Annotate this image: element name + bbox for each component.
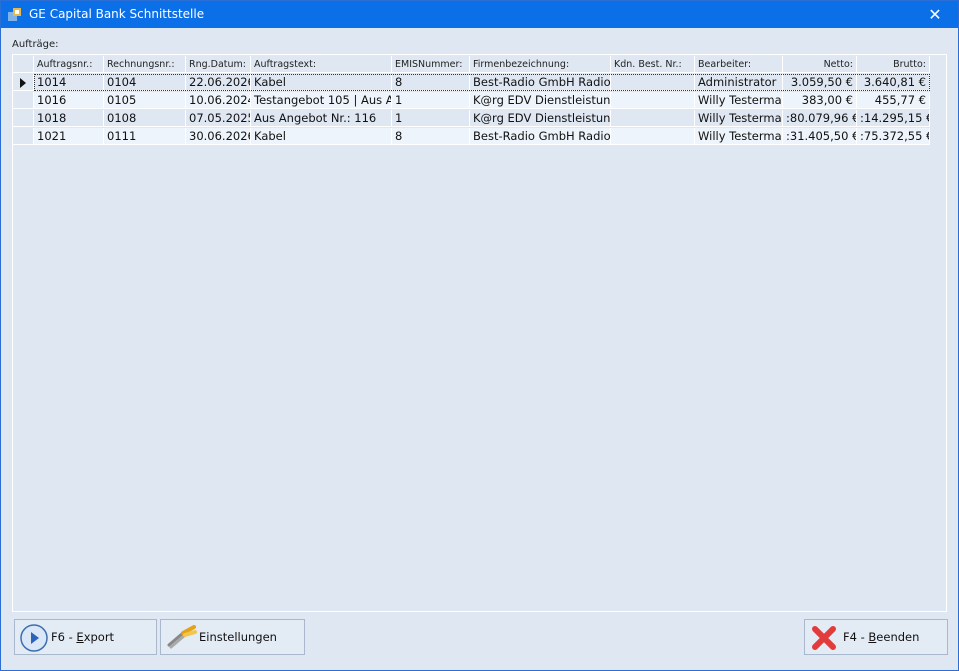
cell-firmenbezeichnung[interactable]: Best-Radio GmbH Radio bbox=[470, 74, 611, 91]
close-icon: ✕ bbox=[928, 5, 942, 24]
settings-button[interactable]: Einstellungen bbox=[160, 619, 305, 655]
cell-rng-datum[interactable]: 10.06.2024 bbox=[186, 92, 251, 109]
cell-auftragstext[interactable]: Kabel bbox=[251, 74, 392, 91]
export-button[interactable]: F6 - Export bbox=[14, 619, 157, 655]
cell-auftragsnr[interactable]: 1021 bbox=[34, 128, 104, 145]
cell-netto[interactable]: :80.079,96 € bbox=[783, 110, 857, 127]
cell-kdn-best-nr[interactable] bbox=[611, 74, 695, 91]
window-title: GE Capital Bank Schnittstelle bbox=[29, 7, 205, 21]
exit-button[interactable]: F4 - Beenden bbox=[804, 619, 948, 655]
col-header-brutto[interactable]: Brutto: bbox=[857, 56, 930, 73]
cell-rechnungsnr[interactable]: 0105 bbox=[104, 92, 186, 109]
col-header-auftragstext[interactable]: Auftragstext: bbox=[251, 56, 392, 73]
cell-rng-datum[interactable]: 30.06.2026 bbox=[186, 128, 251, 145]
cell-emisnummer[interactable]: 1 bbox=[392, 92, 470, 109]
current-row-arrow-icon bbox=[20, 78, 26, 88]
cell-auftragsnr[interactable]: 1016 bbox=[34, 92, 104, 109]
cell-auftragsnr[interactable]: 1018 bbox=[34, 110, 104, 127]
cell-netto[interactable]: 3.059,50 € bbox=[783, 74, 857, 91]
header-corner bbox=[13, 56, 34, 73]
cell-bearbeiter[interactable]: Willy Testerma bbox=[695, 110, 783, 127]
cell-firmenbezeichnung[interactable]: K@rg EDV Dienstleistung bbox=[470, 110, 611, 127]
row-selector[interactable] bbox=[13, 74, 34, 91]
title-bar: GE Capital Bank Schnittstelle ✕ bbox=[1, 1, 958, 28]
close-button[interactable]: ✕ bbox=[912, 1, 958, 28]
exit-label: F4 - Beenden bbox=[843, 630, 920, 644]
cell-rechnungsnr[interactable]: 0111 bbox=[104, 128, 186, 145]
row-selector[interactable] bbox=[13, 92, 34, 109]
orders-label: Aufträge: bbox=[12, 39, 59, 50]
col-header-bearbeiter[interactable]: Bearbeiter: bbox=[695, 56, 783, 73]
col-header-rechnungsnr[interactable]: Rechnungsnr.: bbox=[104, 56, 186, 73]
pliers-icon bbox=[167, 625, 197, 649]
cell-netto[interactable]: :31.405,50 € bbox=[783, 128, 857, 145]
cell-brutto[interactable]: 455,77 € bbox=[857, 92, 930, 109]
main-window: GE Capital Bank Schnittstelle ✕ Aufträge… bbox=[0, 0, 959, 671]
cell-kdn-best-nr[interactable] bbox=[611, 128, 695, 145]
cell-rechnungsnr[interactable]: 0104 bbox=[104, 74, 186, 91]
settings-label: Einstellungen bbox=[199, 630, 277, 644]
cell-emisnummer[interactable]: 8 bbox=[392, 128, 470, 145]
cell-firmenbezeichnung[interactable]: Best-Radio GmbH Radio bbox=[470, 128, 611, 145]
col-header-firmenbezeichnung[interactable]: Firmenbezeichnung: bbox=[470, 56, 611, 73]
cell-bearbeiter[interactable]: Willy Testerma bbox=[695, 92, 783, 109]
cell-auftragstext[interactable]: Testangebot 105 | Aus Ar bbox=[251, 92, 392, 109]
cell-firmenbezeichnung[interactable]: K@rg EDV Dienstleistung bbox=[470, 92, 611, 109]
col-header-auftragsnr[interactable]: Auftragsnr.: bbox=[34, 56, 104, 73]
play-icon bbox=[20, 624, 48, 652]
cell-bearbeiter[interactable]: Willy Testerma bbox=[695, 128, 783, 145]
cell-auftragstext[interactable]: Aus Angebot Nr.: 116 bbox=[251, 110, 392, 127]
row-selector[interactable] bbox=[13, 128, 34, 145]
cell-kdn-best-nr[interactable] bbox=[611, 92, 695, 109]
export-label: F6 - Export bbox=[51, 630, 115, 644]
cell-netto[interactable]: 383,00 € bbox=[783, 92, 857, 109]
cell-auftragsnr[interactable]: 1014 bbox=[34, 74, 104, 91]
cell-rechnungsnr[interactable]: 0108 bbox=[104, 110, 186, 127]
cell-rng-datum[interactable]: 22.06.2026 bbox=[186, 74, 251, 91]
cell-auftragstext[interactable]: Kabel bbox=[251, 128, 392, 145]
cell-brutto[interactable]: :14.295,15 € bbox=[857, 110, 930, 127]
cell-bearbeiter[interactable]: Administrator bbox=[695, 74, 783, 91]
red-x-icon bbox=[812, 626, 836, 650]
cell-brutto[interactable]: 3.640,81 € bbox=[857, 74, 930, 91]
cell-rng-datum[interactable]: 07.05.2025 bbox=[186, 110, 251, 127]
orders-grid[interactable]: Auftragsnr.: Rechnungsnr.: Rng.Datum: Au… bbox=[12, 54, 947, 612]
cell-emisnummer[interactable]: 1 bbox=[392, 110, 470, 127]
row-selector[interactable] bbox=[13, 110, 34, 127]
col-header-rng-datum[interactable]: Rng.Datum: bbox=[186, 56, 251, 73]
cell-brutto[interactable]: :75.372,55 € bbox=[857, 128, 930, 145]
app-icon bbox=[8, 8, 21, 21]
col-header-emisnummer[interactable]: EMISNummer: bbox=[392, 56, 470, 73]
cell-kdn-best-nr[interactable] bbox=[611, 110, 695, 127]
col-header-kdn-best-nr[interactable]: Kdn. Best. Nr.: bbox=[611, 56, 695, 73]
col-header-netto[interactable]: Netto: bbox=[783, 56, 857, 73]
cell-emisnummer[interactable]: 8 bbox=[392, 74, 470, 91]
